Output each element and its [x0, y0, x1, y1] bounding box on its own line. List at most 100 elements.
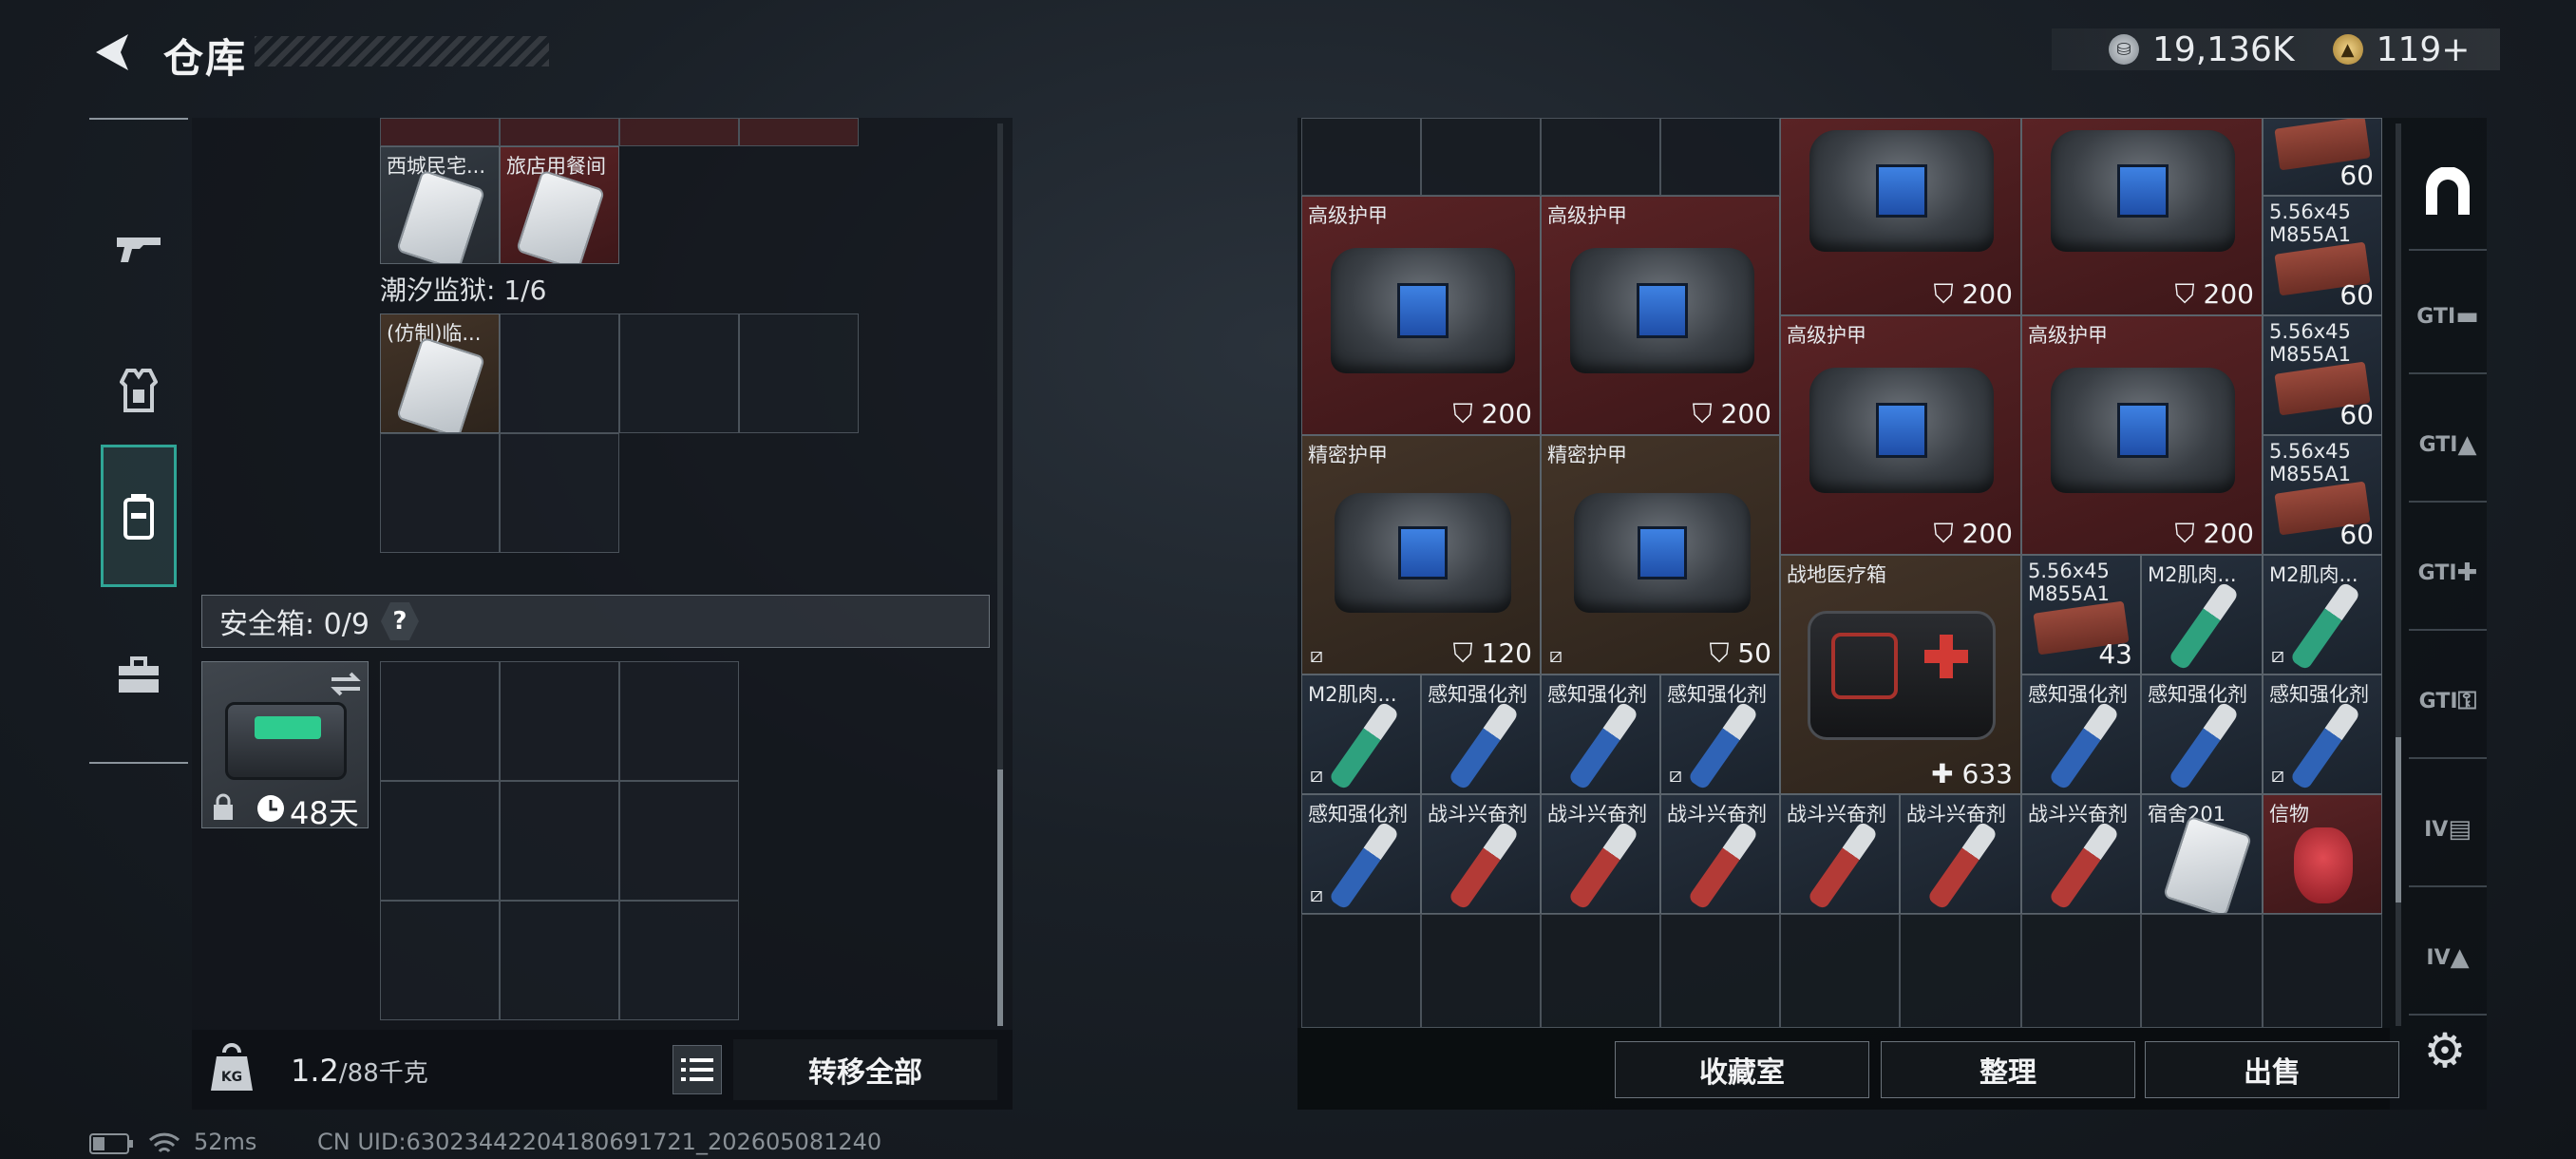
container-tab-2[interactable]: GTI ▲: [2409, 389, 2487, 503]
stash-scrollbar-thumb[interactable]: [2396, 737, 2401, 902]
grid-cell[interactable]: [1421, 118, 1541, 196]
help-button[interactable]: ?: [380, 602, 419, 640]
category-armor[interactable]: [101, 319, 177, 462]
armor-item[interactable]: 精密护甲 ⧄ ⛉ 50: [1541, 435, 1780, 674]
ammo-item[interactable]: 60: [2263, 118, 2382, 196]
ping-value: 52ms: [194, 1129, 257, 1155]
grid-cell[interactable]: [2021, 914, 2141, 1028]
grid-cell[interactable]: [380, 781, 500, 901]
grid-cell[interactable]: [380, 661, 500, 781]
armor-item[interactable]: ⛉ 200: [2021, 118, 2263, 315]
armor-item[interactable]: 高级护甲 ⛉ 200: [1541, 196, 1780, 435]
syringe-icon: [2168, 580, 2240, 672]
grid-cell[interactable]: [1900, 914, 2021, 1028]
grid-cell[interactable]: [2141, 914, 2263, 1028]
injector-item[interactable]: 感知强化剂: [2141, 674, 2263, 794]
keycard-item[interactable]: (仿制)临...: [380, 314, 500, 433]
grid-cell[interactable]: [1660, 118, 1780, 196]
item-name: 高级护甲: [1787, 324, 1866, 347]
grid-cell[interactable]: [2263, 914, 2382, 1028]
item-name: 5.56x45 M855A1: [2269, 200, 2351, 246]
injector-item[interactable]: 感知强化剂: [2021, 674, 2141, 794]
grid-cell[interactable]: [500, 433, 619, 553]
grid-cell[interactable]: [619, 781, 739, 901]
injector-item[interactable]: 战斗兴奋剂: [2021, 794, 2141, 914]
durability-value: ⛉ 200: [1452, 398, 1532, 429]
ammo-item[interactable]: 5.56x45 M855A1 60: [2263, 196, 2382, 315]
container-tab-6[interactable]: IV ▲: [2409, 902, 2487, 1016]
category-backpack[interactable]: [101, 445, 177, 587]
container-tab-3[interactable]: GTI ✚: [2409, 517, 2487, 631]
keycard-item[interactable]: 宿舍201: [2141, 794, 2263, 914]
injector-item[interactable]: 战斗兴奋剂: [1541, 794, 1660, 914]
collection-room-button[interactable]: 收藏室: [1615, 1041, 1869, 1098]
grid-cell[interactable]: [500, 661, 619, 781]
grid-cell[interactable]: [619, 661, 739, 781]
keycard-item[interactable]: 西城民宅...: [380, 146, 500, 264]
armor-item[interactable]: 高级护甲 ⛉ 200: [1301, 196, 1541, 435]
grid-cell[interactable]: [739, 118, 859, 146]
armor-item[interactable]: ⛉ 200: [1780, 118, 2021, 315]
armor-container-icon: ▲: [2457, 430, 2477, 459]
grid-cell[interactable]: [1660, 914, 1780, 1028]
grid-cell[interactable]: [380, 433, 500, 553]
ammo-item[interactable]: 5.56x45 M855A1 43: [2021, 555, 2141, 674]
list-view-button[interactable]: [672, 1045, 722, 1094]
container-tab-5[interactable]: IV ▤: [2409, 773, 2487, 887]
grid-cell[interactable]: [500, 781, 619, 901]
injector-item[interactable]: 战斗兴奋剂: [1660, 794, 1780, 914]
grid-cell[interactable]: [1541, 914, 1660, 1028]
durability-value: ⛉ 200: [1692, 398, 1771, 429]
injector-item[interactable]: M2肌肉... ⧄: [1301, 674, 1421, 794]
grid-cell[interactable]: [1301, 118, 1421, 196]
back-button[interactable]: [87, 27, 137, 78]
grid-cell[interactable]: [619, 901, 739, 1020]
grid-cell[interactable]: [500, 118, 619, 146]
container-tab-label: IV: [2424, 817, 2449, 842]
lock-icon: [214, 793, 233, 820]
injector-item[interactable]: 战斗兴奋剂: [1780, 794, 1900, 914]
injector-item[interactable]: M2肌肉... ⧄: [2263, 555, 2382, 674]
keycard-item[interactable]: 旅店用餐间: [500, 146, 619, 264]
injector-item[interactable]: 感知强化剂 ⧄: [1301, 794, 1421, 914]
injector-item[interactable]: 感知强化剂: [1541, 674, 1660, 794]
category-cases[interactable]: [101, 604, 177, 747]
grid-cell[interactable]: [500, 901, 619, 1020]
grid-cell[interactable]: [380, 118, 500, 146]
container-tab-1[interactable]: GTI ▬: [2409, 260, 2487, 374]
item-name: 战斗兴奋剂: [2028, 803, 2128, 826]
injector-item[interactable]: 战斗兴奋剂: [1900, 794, 2021, 914]
safe-box-item[interactable]: 48天: [201, 661, 369, 831]
injector-item[interactable]: 感知强化剂: [1421, 674, 1541, 794]
injector-item[interactable]: 感知强化剂 ⧄: [1660, 674, 1780, 794]
armor-item[interactable]: 高级护甲 ⛉ 200: [2021, 315, 2263, 555]
left-scrollbar-thumb[interactable]: [997, 770, 1003, 1026]
settings-gear-icon[interactable]: ⚙: [2416, 1022, 2473, 1079]
grid-cell[interactable]: [380, 901, 500, 1020]
grid-cell[interactable]: [1421, 914, 1541, 1028]
medkit-item[interactable]: 战地医疗箱 ✚ 633: [1780, 555, 2021, 794]
grid-cell[interactable]: [1541, 118, 1660, 196]
grid-cell[interactable]: [500, 314, 619, 433]
ammo-item[interactable]: 5.56x45 M855A1 60: [2263, 315, 2382, 435]
sell-button[interactable]: 出售: [2145, 1041, 2399, 1098]
sort-button[interactable]: 整理: [1881, 1041, 2135, 1098]
injector-item[interactable]: 战斗兴奋剂: [1421, 794, 1541, 914]
armor-item[interactable]: 高级护甲 ⛉ 200: [1780, 315, 2021, 555]
gold-amount[interactable]: 119+: [2377, 30, 2471, 69]
grid-cell[interactable]: [619, 314, 739, 433]
grid-cell[interactable]: [1301, 914, 1421, 1028]
injector-item[interactable]: 感知强化剂 ⧄: [2263, 674, 2382, 794]
category-weapons[interactable]: [101, 177, 177, 319]
ammo-item[interactable]: 5.56x45 M855A1 60: [2263, 435, 2382, 555]
token-item[interactable]: 信物: [2263, 794, 2382, 914]
ammo-count: 60: [2339, 279, 2374, 311]
container-tab-4[interactable]: GTI ⚿: [2409, 645, 2487, 759]
container-tab-stash[interactable]: [2409, 137, 2487, 251]
transfer-all-button[interactable]: 转移全部: [733, 1039, 997, 1100]
grid-cell[interactable]: [1780, 914, 1900, 1028]
grid-cell[interactable]: [619, 118, 739, 146]
injector-item[interactable]: M2肌肉...: [2141, 555, 2263, 674]
armor-item[interactable]: 精密护甲 ⧄ ⛉ 120: [1301, 435, 1541, 674]
grid-cell[interactable]: [739, 314, 859, 433]
